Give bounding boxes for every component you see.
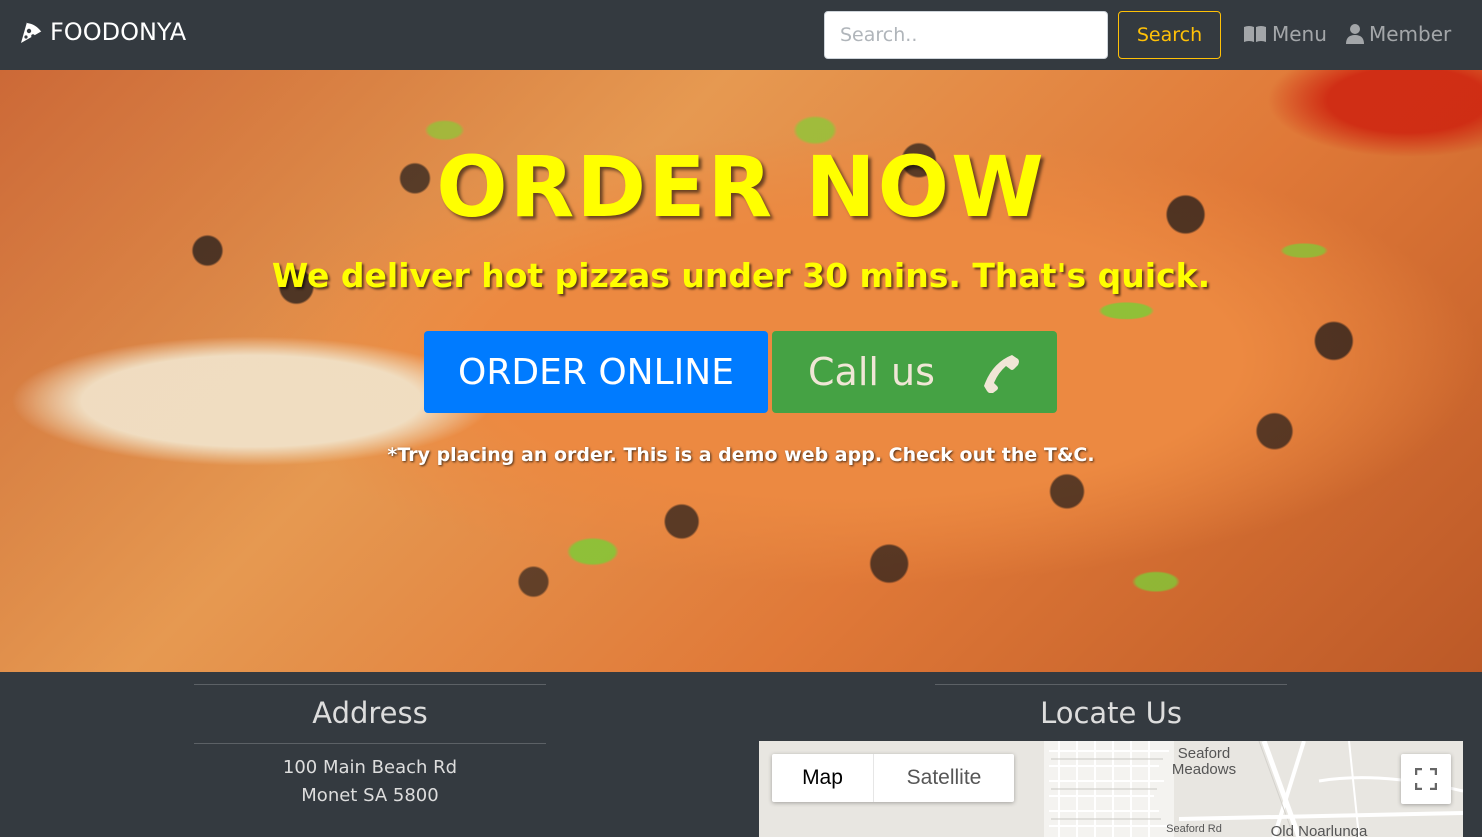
locate-top-divider [935, 684, 1287, 685]
locate-us-heading: Locate Us [1040, 696, 1182, 730]
brand-name: FOODONYA [50, 18, 187, 46]
search-input[interactable] [824, 11, 1108, 59]
address-heading: Address [312, 696, 428, 730]
phone-icon [984, 355, 1019, 393]
navbar: FOODONYA Search Menu Member [0, 0, 1482, 70]
pizza-logo-icon [21, 21, 43, 43]
brand-link[interactable]: FOODONYA [18, 18, 186, 46]
nav-member-link[interactable]: Member [1346, 22, 1451, 46]
location-map[interactable]: Map Satellite Seaford Meadows Seaford Rd… [759, 741, 1463, 837]
call-us-label: Call us [808, 350, 935, 394]
map-label-road: Seaford Rd [1166, 823, 1222, 835]
address-bottom-divider [194, 743, 546, 744]
book-open-icon [1244, 26, 1266, 42]
address-top-divider [194, 684, 546, 685]
map-type-control: Map Satellite [772, 754, 1014, 802]
call-us-button[interactable]: Call us [772, 331, 1057, 413]
address-line-1: 100 Main Beach Rd [282, 757, 458, 778]
demo-note: *Try placing an order. This is a demo we… [387, 444, 1095, 466]
hero-title: ORDER NOW [436, 138, 1046, 236]
fullscreen-icon [1415, 768, 1437, 790]
map-type-map-button[interactable]: Map [772, 754, 874, 802]
address-line-2: Monet SA 5800 [301, 785, 439, 806]
map-fullscreen-button[interactable] [1401, 754, 1451, 804]
hero-subtitle: We deliver hot pizzas under 30 mins. Tha… [271, 256, 1211, 295]
nav-menu-label: Menu [1272, 22, 1327, 46]
order-online-button[interactable]: ORDER ONLINE [424, 331, 768, 413]
map-label-town: Old Noarlunga [1270, 823, 1368, 837]
map-label-suburb: Seaford Meadows [1171, 745, 1237, 778]
search-button[interactable]: Search [1118, 11, 1221, 59]
nav-menu-link[interactable]: Menu [1243, 22, 1327, 46]
user-icon [1346, 24, 1364, 44]
nav-member-label: Member [1369, 22, 1452, 46]
map-type-satellite-button[interactable]: Satellite [874, 754, 1014, 802]
